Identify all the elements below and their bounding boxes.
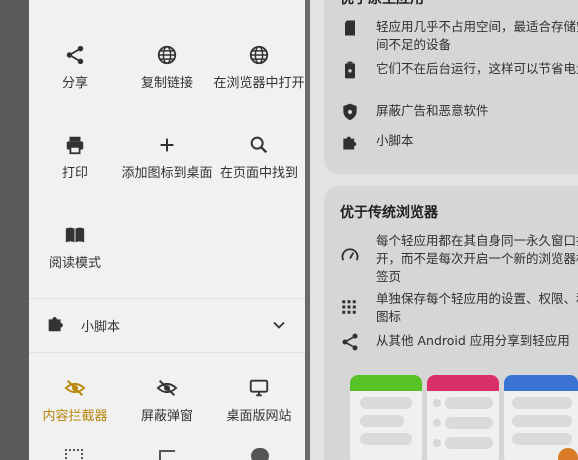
globe-icon bbox=[213, 44, 305, 68]
scripts-label: 小脚本 bbox=[81, 319, 121, 335]
desktop-site-toggle[interactable]: 桌面版网站 bbox=[213, 377, 305, 426]
book-icon bbox=[29, 224, 121, 248]
share-action[interactable]: 分享 bbox=[29, 44, 121, 93]
eye-off-icon bbox=[121, 377, 213, 401]
divider bbox=[29, 352, 305, 353]
content-blocker-toggle[interactable]: 内容拦截器 bbox=[29, 377, 121, 426]
scripts-row[interactable]: 小脚本 bbox=[29, 299, 305, 351]
print-action[interactable]: 打印 bbox=[29, 134, 121, 183]
open-in-browser-action[interactable]: 在浏览器中打开 bbox=[213, 44, 305, 93]
add-to-home-action[interactable]: 添加图标到桌面 bbox=[121, 134, 213, 183]
reader-mode-action[interactable]: 阅读模式 bbox=[29, 224, 121, 273]
content-blocker-label: 内容拦截器 bbox=[42, 409, 108, 424]
copy-link-action[interactable]: 复制链接 bbox=[121, 44, 213, 93]
settings-icon[interactable] bbox=[251, 448, 269, 460]
plus-icon bbox=[121, 134, 213, 158]
add-to-home-label: 添加图标到桌面 bbox=[121, 166, 213, 181]
search-icon bbox=[213, 134, 305, 158]
globe-icon bbox=[121, 44, 213, 68]
open-in-browser-label: 在浏览器中打开 bbox=[213, 76, 305, 91]
action-sheet: 分享 复制链接 在浏览器中打开 打印 添加图标到桌面 在页面中找到 阅读模式 小… bbox=[29, 0, 305, 460]
puzzle-icon bbox=[45, 312, 67, 338]
find-in-page-action[interactable]: 在页面中找到 bbox=[213, 134, 305, 183]
print-icon bbox=[29, 134, 121, 158]
chevron-down-icon[interactable] bbox=[269, 315, 289, 339]
desktop-site-label: 桌面版网站 bbox=[226, 409, 292, 424]
share-label: 分享 bbox=[61, 76, 88, 91]
eye-off-icon bbox=[29, 377, 121, 401]
print-label: 打印 bbox=[61, 166, 88, 181]
fullscreen-icon[interactable] bbox=[159, 450, 175, 460]
scrim bbox=[310, 0, 578, 460]
block-popups-label: 屏蔽弹窗 bbox=[140, 409, 193, 424]
monitor-icon bbox=[213, 377, 305, 401]
select-area-icon[interactable] bbox=[65, 449, 83, 460]
share-icon bbox=[29, 44, 121, 68]
copy-link-label: 复制链接 bbox=[140, 76, 193, 91]
block-popups-toggle[interactable]: 屏蔽弹窗 bbox=[121, 377, 213, 426]
find-in-page-label: 在页面中找到 bbox=[219, 166, 298, 181]
reader-mode-label: 阅读模式 bbox=[48, 256, 101, 271]
left-edge bbox=[0, 0, 29, 460]
